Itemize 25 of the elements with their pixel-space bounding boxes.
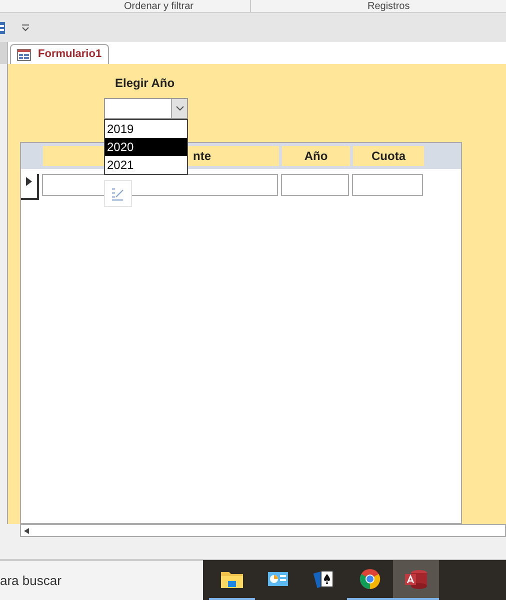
document-tab[interactable]: Formulario1 <box>10 44 109 64</box>
current-record-icon <box>26 177 32 186</box>
column-header: Cuota <box>353 146 424 166</box>
input-field[interactable] <box>42 174 278 196</box>
folder-icon <box>220 569 244 589</box>
horizontal-scrollbar[interactable] <box>20 524 506 537</box>
scroll-left-icon[interactable] <box>24 528 29 534</box>
form-icon[interactable] <box>0 22 5 34</box>
chart-window-icon <box>267 570 289 588</box>
customize-dropdown-icon[interactable] <box>21 24 30 32</box>
ribbon-group-label: Registros <box>367 0 410 12</box>
year-combo-box[interactable] <box>104 98 188 119</box>
column-header: Año <box>282 146 350 166</box>
input-field[interactable] <box>352 174 423 196</box>
dropdown-button[interactable] <box>171 99 187 118</box>
form-icon <box>17 48 31 60</box>
ribbon-group-label: Ordenar y filtrar <box>124 0 194 12</box>
record-selector[interactable] <box>21 174 39 200</box>
browser-icon <box>359 568 381 590</box>
playing-cards-icon <box>313 568 335 590</box>
database-icon <box>404 568 428 590</box>
form-label: Elegir Año <box>115 75 176 91</box>
dropdown-option[interactable]: 2020 <box>105 138 187 156</box>
input-field[interactable] <box>281 174 349 196</box>
chevron-down-icon <box>176 106 184 111</box>
